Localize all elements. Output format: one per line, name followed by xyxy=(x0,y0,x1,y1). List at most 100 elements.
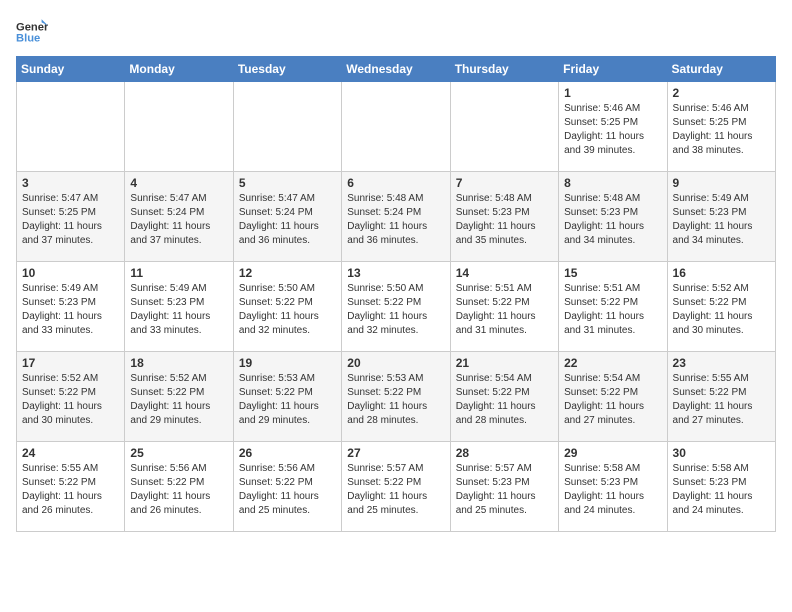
day-info: Sunrise: 5:47 AM Sunset: 5:25 PM Dayligh… xyxy=(22,192,119,248)
day-info: Sunrise: 5:56 AM Sunset: 5:22 PM Dayligh… xyxy=(130,462,227,518)
day-info: Sunrise: 5:49 AM Sunset: 5:23 PM Dayligh… xyxy=(22,282,119,338)
day-number: 27 xyxy=(347,446,444,460)
day-info: Sunrise: 5:50 AM Sunset: 5:22 PM Dayligh… xyxy=(347,282,444,338)
calendar-cell: 9Sunrise: 5:49 AM Sunset: 5:23 PM Daylig… xyxy=(667,172,775,262)
day-number: 22 xyxy=(564,356,661,370)
calendar-cell: 6Sunrise: 5:48 AM Sunset: 5:24 PM Daylig… xyxy=(342,172,450,262)
day-number: 1 xyxy=(564,86,661,100)
calendar-cell: 10 Sunrise: 5:49 AM Sunset: 5:23 PM Dayli… xyxy=(17,262,125,352)
svg-text:General: General xyxy=(16,21,48,33)
calendar-week-row: 24 Sunrise: 5:55 AM Sunset: 5:22 PM Dayli… xyxy=(17,442,776,532)
day-number: 5 xyxy=(239,176,336,190)
calendar-cell: 14 Sunrise: 5:51 AM Sunset: 5:22 PM Dayli… xyxy=(450,262,558,352)
calendar-cell: 30Sunrise: 5:58 AM Sunset: 5:23 PM Dayli… xyxy=(667,442,775,532)
calendar-header-row: SundayMondayTuesdayWednesdayThursdayFrid… xyxy=(17,57,776,82)
day-number: 25 xyxy=(130,446,227,460)
calendar-cell: 16 Sunrise: 5:52 AM Sunset: 5:22 PM Dayli… xyxy=(667,262,775,352)
calendar-cell xyxy=(450,82,558,172)
day-number: 18 xyxy=(130,356,227,370)
weekday-header-sunday: Sunday xyxy=(17,57,125,82)
day-info: Sunrise: 5:52 AM Sunset: 5:22 PM Dayligh… xyxy=(673,282,770,338)
calendar-table: SundayMondayTuesdayWednesdayThursdayFrid… xyxy=(16,56,776,532)
calendar-cell: 22 Sunrise: 5:54 AM Sunset: 5:22 PM Dayli… xyxy=(559,352,667,442)
day-info: Sunrise: 5:56 AM Sunset: 5:22 PM Dayligh… xyxy=(239,462,336,518)
calendar-week-row: 1 Sunrise: 5:46 AM Sunset: 5:25 PM Daylig… xyxy=(17,82,776,172)
day-info: Sunrise: 5:48 AM Sunset: 5:24 PM Dayligh… xyxy=(347,192,444,248)
calendar-cell: 21 Sunrise: 5:54 AM Sunset: 5:22 PM Dayli… xyxy=(450,352,558,442)
weekday-header-wednesday: Wednesday xyxy=(342,57,450,82)
day-number: 11 xyxy=(130,266,227,280)
day-number: 3 xyxy=(22,176,119,190)
day-number: 4 xyxy=(130,176,227,190)
day-info: Sunrise: 5:52 AM Sunset: 5:22 PM Dayligh… xyxy=(22,372,119,428)
calendar-cell: 1 Sunrise: 5:46 AM Sunset: 5:25 PM Daylig… xyxy=(559,82,667,172)
svg-text:Blue: Blue xyxy=(16,33,40,45)
weekday-header-tuesday: Tuesday xyxy=(233,57,341,82)
day-number: 19 xyxy=(239,356,336,370)
day-info: Sunrise: 5:55 AM Sunset: 5:22 PM Dayligh… xyxy=(22,462,119,518)
day-number: 8 xyxy=(564,176,661,190)
calendar-cell: 15 Sunrise: 5:51 AM Sunset: 5:22 PM Dayli… xyxy=(559,262,667,352)
calendar-cell: 27 Sunrise: 5:57 AM Sunset: 5:22 PM Dayli… xyxy=(342,442,450,532)
day-info: Sunrise: 5:54 AM Sunset: 5:22 PM Dayligh… xyxy=(456,372,553,428)
calendar-cell: 26 Sunrise: 5:56 AM Sunset: 5:22 PM Dayli… xyxy=(233,442,341,532)
calendar-cell: 3 Sunrise: 5:47 AM Sunset: 5:25 PM Daylig… xyxy=(17,172,125,262)
day-info: Sunrise: 5:49 AM Sunset: 5:23 PM Dayligh… xyxy=(130,282,227,338)
logo: General Blue xyxy=(16,16,52,48)
day-info: Sunrise: 5:48 AM Sunset: 5:23 PM Dayligh… xyxy=(456,192,553,248)
calendar-cell xyxy=(17,82,125,172)
day-info: Sunrise: 5:47 AM Sunset: 5:24 PM Dayligh… xyxy=(239,192,336,248)
day-info: Sunrise: 5:53 AM Sunset: 5:22 PM Dayligh… xyxy=(239,372,336,428)
calendar-cell: 29 Sunrise: 5:58 AM Sunset: 5:23 PM Dayli… xyxy=(559,442,667,532)
calendar-cell: 8 Sunrise: 5:48 AM Sunset: 5:23 PM Daylig… xyxy=(559,172,667,262)
calendar-week-row: 3 Sunrise: 5:47 AM Sunset: 5:25 PM Daylig… xyxy=(17,172,776,262)
day-info: Sunrise: 5:57 AM Sunset: 5:22 PM Dayligh… xyxy=(347,462,444,518)
calendar-cell: 5 Sunrise: 5:47 AM Sunset: 5:24 PM Daylig… xyxy=(233,172,341,262)
calendar-cell xyxy=(125,82,233,172)
day-info: Sunrise: 5:51 AM Sunset: 5:22 PM Dayligh… xyxy=(456,282,553,338)
page-header: General Blue xyxy=(16,16,776,48)
weekday-header-friday: Friday xyxy=(559,57,667,82)
calendar-cell: 7Sunrise: 5:48 AM Sunset: 5:23 PM Daylig… xyxy=(450,172,558,262)
calendar-week-row: 17 Sunrise: 5:52 AM Sunset: 5:22 PM Dayli… xyxy=(17,352,776,442)
calendar-cell: 28Sunrise: 5:57 AM Sunset: 5:23 PM Dayli… xyxy=(450,442,558,532)
day-number: 28 xyxy=(456,446,553,460)
calendar-cell: 17 Sunrise: 5:52 AM Sunset: 5:22 PM Dayli… xyxy=(17,352,125,442)
day-number: 17 xyxy=(22,356,119,370)
day-info: Sunrise: 5:51 AM Sunset: 5:22 PM Dayligh… xyxy=(564,282,661,338)
calendar-week-row: 10 Sunrise: 5:49 AM Sunset: 5:23 PM Dayli… xyxy=(17,262,776,352)
calendar-cell: 4Sunrise: 5:47 AM Sunset: 5:24 PM Daylig… xyxy=(125,172,233,262)
day-number: 21 xyxy=(456,356,553,370)
day-info: Sunrise: 5:48 AM Sunset: 5:23 PM Dayligh… xyxy=(564,192,661,248)
day-info: Sunrise: 5:55 AM Sunset: 5:22 PM Dayligh… xyxy=(673,372,770,428)
day-number: 12 xyxy=(239,266,336,280)
day-number: 15 xyxy=(564,266,661,280)
weekday-header-monday: Monday xyxy=(125,57,233,82)
day-info: Sunrise: 5:54 AM Sunset: 5:22 PM Dayligh… xyxy=(564,372,661,428)
calendar-cell: 23Sunrise: 5:55 AM Sunset: 5:22 PM Dayli… xyxy=(667,352,775,442)
day-info: Sunrise: 5:58 AM Sunset: 5:23 PM Dayligh… xyxy=(564,462,661,518)
day-info: Sunrise: 5:49 AM Sunset: 5:23 PM Dayligh… xyxy=(673,192,770,248)
day-number: 2 xyxy=(673,86,770,100)
day-number: 26 xyxy=(239,446,336,460)
calendar-cell xyxy=(342,82,450,172)
calendar-cell: 12 Sunrise: 5:50 AM Sunset: 5:22 PM Dayli… xyxy=(233,262,341,352)
weekday-header-thursday: Thursday xyxy=(450,57,558,82)
day-info: Sunrise: 5:50 AM Sunset: 5:22 PM Dayligh… xyxy=(239,282,336,338)
day-number: 16 xyxy=(673,266,770,280)
day-number: 24 xyxy=(22,446,119,460)
calendar-cell: 18Sunrise: 5:52 AM Sunset: 5:22 PM Dayli… xyxy=(125,352,233,442)
calendar-cell: 25 Sunrise: 5:56 AM Sunset: 5:22 PM Dayli… xyxy=(125,442,233,532)
day-number: 13 xyxy=(347,266,444,280)
day-info: Sunrise: 5:53 AM Sunset: 5:22 PM Dayligh… xyxy=(347,372,444,428)
day-info: Sunrise: 5:46 AM Sunset: 5:25 PM Dayligh… xyxy=(673,102,770,158)
calendar-cell: 19 Sunrise: 5:53 AM Sunset: 5:22 PM Dayli… xyxy=(233,352,341,442)
day-number: 10 xyxy=(22,266,119,280)
calendar-cell: 11 Sunrise: 5:49 AM Sunset: 5:23 PM Dayli… xyxy=(125,262,233,352)
calendar-cell: 20Sunrise: 5:53 AM Sunset: 5:22 PM Dayli… xyxy=(342,352,450,442)
day-info: Sunrise: 5:58 AM Sunset: 5:23 PM Dayligh… xyxy=(673,462,770,518)
day-info: Sunrise: 5:46 AM Sunset: 5:25 PM Dayligh… xyxy=(564,102,661,158)
calendar-cell: 2 Sunrise: 5:46 AM Sunset: 5:25 PM Daylig… xyxy=(667,82,775,172)
day-number: 29 xyxy=(564,446,661,460)
day-number: 14 xyxy=(456,266,553,280)
